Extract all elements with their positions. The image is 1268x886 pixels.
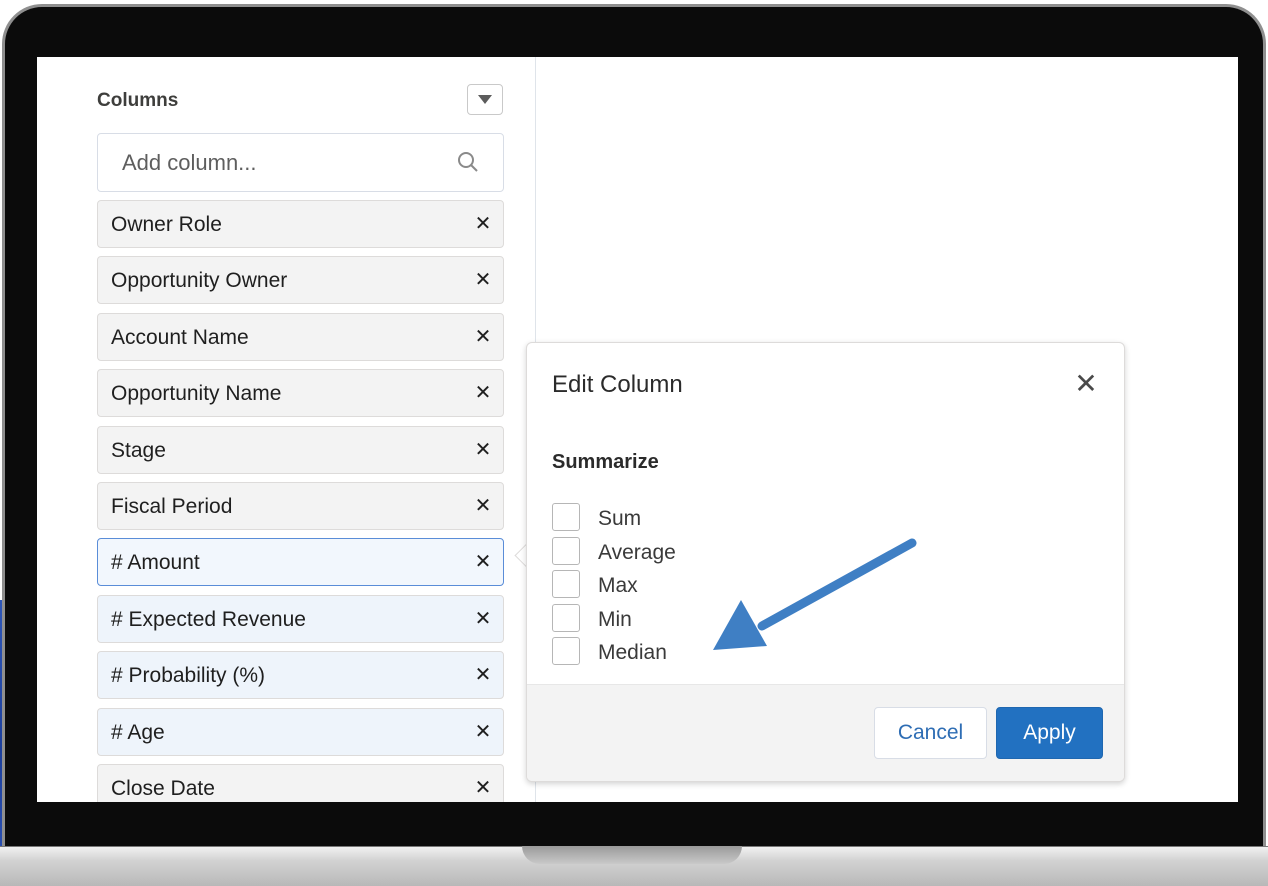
summarize-option-label: Max [598, 574, 638, 597]
column-item-label: Stage [111, 438, 166, 462]
remove-column-icon[interactable]: ✕ [471, 605, 495, 633]
column-item[interactable]: Owner Role ✕ [97, 200, 504, 248]
app-screen: Columns Owner Role✕Opportunity Owner✕Acc… [37, 57, 1238, 802]
column-item[interactable]: Stage ✕ [97, 425, 504, 474]
column-item-label: # Probability (%) [111, 664, 266, 688]
summarize-option-label: Median [598, 641, 667, 664]
summarize-checkbox[interactable] [552, 570, 580, 598]
column-item[interactable]: Close Date ✕ [97, 763, 504, 802]
columns-title: Columns [97, 90, 179, 111]
column-list: Owner Role ✕ Opportunity Owner ✕ Account Nam… [97, 200, 504, 802]
cancel-button[interactable]: Cancel [874, 707, 987, 759]
summarize-checkbox[interactable] [552, 603, 580, 632]
column-item[interactable]: Opportunity Name ✕ [97, 369, 504, 418]
column-item[interactable]: Account Name ✕ [97, 312, 504, 361]
summarize-checkbox[interactable] [552, 503, 580, 531]
column-item-label: Opportunity Name [111, 382, 282, 406]
remove-column-icon[interactable]: ✕ [471, 210, 495, 238]
remove-column-icon[interactable]: ✕ [471, 323, 495, 351]
apply-button[interactable]: Apply [996, 707, 1103, 759]
column-item-label: Account Name [111, 325, 249, 349]
popover-footer: Cancel Apply [527, 684, 1124, 781]
column-item-label: Owner Role [111, 213, 222, 236]
column-item[interactable]: # Age ✕ [97, 707, 504, 756]
column-item-label: # Amount [111, 551, 200, 575]
column-item[interactable]: # Probability (%) ✕ [97, 651, 504, 700]
summarize-checkbox[interactable] [552, 536, 580, 565]
remove-column-icon[interactable]: ✕ [471, 436, 495, 464]
column-item[interactable]: # Expected Revenue ✕ [97, 594, 504, 643]
search-icon [458, 152, 478, 172]
popover-title: Edit Column [552, 371, 683, 398]
column-item[interactable]: # Amount ✕ [97, 538, 504, 587]
edit-column-popover: Edit Column ✕ Summarize Sum Average Max Min… [526, 342, 1125, 782]
summarize-option-label: Min [598, 607, 632, 631]
remove-column-icon[interactable]: ✕ [471, 548, 495, 576]
remove-column-icon[interactable]: ✕ [471, 774, 495, 802]
chevron-down-icon [478, 95, 492, 104]
remove-column-icon[interactable]: ✕ [471, 266, 495, 294]
column-item-label: Fiscal Period [111, 494, 233, 518]
summarize-option-label: Average [598, 540, 676, 564]
remove-column-icon[interactable]: ✕ [471, 379, 495, 407]
add-column-input[interactable] [122, 134, 442, 191]
laptop-notch [522, 846, 742, 864]
summarize-checkbox[interactable] [552, 637, 580, 665]
add-column-search [97, 133, 504, 192]
column-item-label: # Expected Revenue [111, 607, 306, 631]
summarize-label: Summarize [552, 451, 659, 473]
column-item[interactable]: Fiscal Period ✕ [97, 481, 504, 530]
column-item[interactable]: Opportunity Owner ✕ [97, 256, 504, 305]
close-icon[interactable]: ✕ [1071, 369, 1101, 399]
remove-column-icon[interactable]: ✕ [471, 718, 495, 746]
summarize-option-label: Sum [598, 507, 642, 530]
column-item-label: Close Date [111, 776, 215, 800]
remove-column-icon[interactable]: ✕ [471, 661, 495, 689]
column-item-label: # Age [111, 720, 165, 744]
columns-collapse-button[interactable] [467, 84, 503, 115]
remove-column-icon[interactable]: ✕ [471, 492, 495, 520]
column-item-label: Opportunity Owner [111, 269, 288, 293]
